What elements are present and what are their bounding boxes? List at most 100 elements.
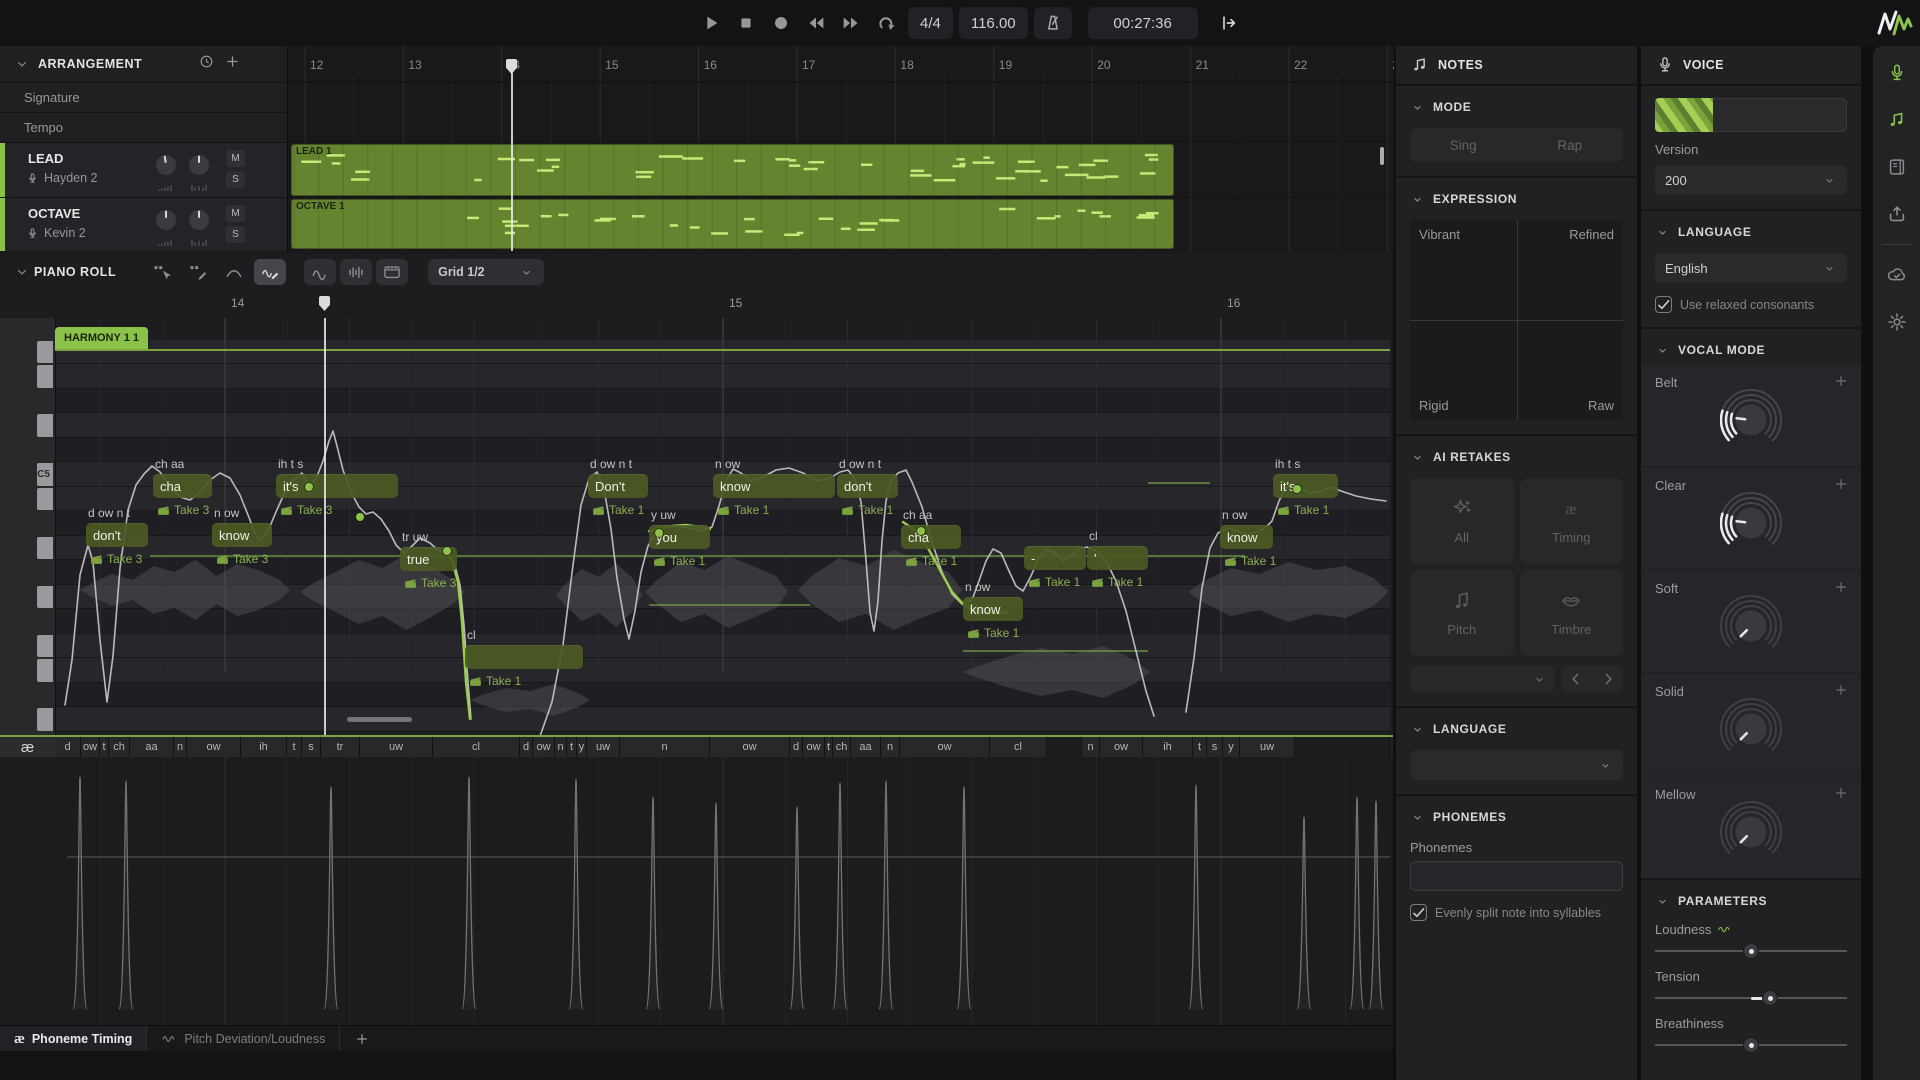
sidebar-library-icon[interactable] (1886, 156, 1908, 178)
phoneme-timing-handle[interactable] (957, 787, 971, 1009)
pitch-anchor-dot[interactable] (443, 547, 451, 555)
singer-name[interactable]: Kevin 2 (44, 226, 86, 240)
pitch-pen-tool[interactable] (254, 259, 286, 285)
phoneme-segment-n[interactable]: n (555, 737, 567, 757)
time-display[interactable]: 00:27:36 (1088, 7, 1198, 39)
phoneme-segment-n[interactable]: n (620, 737, 710, 757)
phoneme-segment-ow[interactable]: ow (81, 737, 100, 757)
take-chip[interactable]: Take 1 (717, 503, 769, 517)
pitch-anchor-dot[interactable] (655, 529, 663, 537)
take-chip[interactable]: Take 3 (404, 576, 456, 590)
take-chip[interactable]: Take 3 (157, 503, 209, 517)
take-chip[interactable]: Take 1 (967, 626, 1019, 640)
phoneme-timing-handle[interactable] (1369, 801, 1383, 1009)
grid-size-select[interactable]: Grid 1/2 (428, 259, 544, 285)
singer-card[interactable] (1655, 98, 1847, 132)
phoneme-segment-uw[interactable]: uw (1240, 737, 1295, 757)
draw-note-tool[interactable] (182, 259, 214, 285)
phoneme-timing-handle[interactable] (709, 803, 723, 1009)
vocal-mode-knob[interactable] (1720, 801, 1782, 868)
phoneme-segment-ih[interactable]: ih (1143, 737, 1193, 757)
time-signature-display[interactable]: 4/4 (908, 7, 953, 39)
note--[interactable]: - (1024, 546, 1086, 570)
add-automation-button[interactable] (1833, 579, 1849, 595)
phoneme-segment-d[interactable]: d (790, 737, 803, 757)
note-know[interactable]: know (963, 597, 1023, 621)
phoneme-timing-handle[interactable] (833, 783, 847, 1009)
breathiness-slider[interactable] (1655, 1035, 1847, 1055)
metronome-button[interactable] (1034, 7, 1072, 39)
previous-retake-button[interactable] (1566, 669, 1586, 689)
collapse-phonemes-icon[interactable] (1410, 810, 1425, 825)
signature-row[interactable]: Signature (0, 82, 287, 112)
retake-pitch-button[interactable]: Pitch (1410, 570, 1514, 656)
automation-wave-icon[interactable] (1717, 922, 1732, 937)
piano-key[interactable] (37, 537, 53, 560)
add-automation-button[interactable] (1833, 373, 1849, 389)
take-chip[interactable]: Take 1 (1277, 503, 1329, 517)
note-cha[interactable]: cha (153, 474, 212, 498)
piano-key[interactable] (37, 708, 53, 731)
track-lead[interactable]: LEAD Hayden 2 M S (0, 142, 287, 197)
stop-button[interactable] (733, 10, 759, 36)
vocal-mode-knob[interactable] (1720, 698, 1782, 765)
phoneme-segment-t[interactable]: t (100, 737, 109, 757)
pitch-layer-toggle[interactable] (304, 259, 336, 285)
note-know[interactable]: know (713, 474, 835, 498)
phoneme-segment-ch[interactable]: ch (833, 737, 851, 757)
note-know[interactable]: know (1220, 525, 1273, 549)
split-syllables-checkbox[interactable]: Evenly split note into syllables (1410, 904, 1623, 921)
phoneme-timing-handle[interactable] (119, 781, 133, 1009)
collapse-expression-icon[interactable] (1410, 192, 1425, 207)
take-chip[interactable]: Take 1 (1028, 575, 1080, 589)
take-chip[interactable]: Take 3 (216, 552, 268, 566)
pitch-anchor-dot[interactable] (1293, 485, 1301, 493)
phoneme-timing-handle[interactable] (569, 779, 583, 1009)
goto-playhead-button[interactable] (1214, 8, 1244, 38)
note-Don't[interactable]: Don't (588, 474, 648, 498)
pan-knob[interactable] (188, 154, 210, 176)
loudness-slider[interactable] (1655, 941, 1847, 961)
take-chip[interactable]: Take 1 (469, 674, 521, 688)
play-button[interactable] (698, 10, 724, 36)
pan-knob[interactable] (188, 209, 210, 231)
clip-lead-1[interactable]: LEAD 1 (291, 144, 1174, 196)
phoneme-segment-t[interactable]: t (825, 737, 833, 757)
phoneme-segment-n[interactable]: n (1082, 737, 1100, 757)
note-rest[interactable] (465, 645, 583, 669)
loop-button[interactable] (873, 10, 899, 36)
phoneme-segment-uw[interactable]: uw (587, 737, 620, 757)
sidebar-voice-icon[interactable] (1886, 62, 1908, 84)
slider-thumb[interactable] (1762, 990, 1778, 1006)
phoneme-segment-s[interactable]: s (302, 737, 321, 757)
pitch-anchor-dot[interactable] (917, 527, 925, 535)
retake-select[interactable] (1410, 666, 1555, 692)
phoneme-segment-aa[interactable]: aa (130, 737, 174, 757)
sidebar-cloud-sync-icon[interactable] (1886, 264, 1908, 286)
piano-key[interactable] (37, 488, 53, 511)
mute-button[interactable]: M (226, 150, 245, 167)
phoneme-segment-d[interactable]: d (55, 737, 81, 757)
phoneme-gap[interactable] (1295, 737, 1390, 757)
fast-forward-button[interactable] (838, 10, 864, 36)
piano-key[interactable] (37, 635, 53, 658)
piano-key[interactable] (37, 414, 53, 437)
vocal-mode-knob[interactable] (1720, 389, 1782, 456)
take-chip[interactable]: Take 1 (1091, 575, 1143, 589)
clip-octave-1[interactable]: OCTAVE 1 (291, 199, 1174, 249)
voice-language-select[interactable]: English (1655, 253, 1847, 283)
piano-key[interactable] (37, 365, 53, 388)
phoneme-timing-handle[interactable] (1350, 797, 1364, 1009)
phoneme-segment-ow[interactable]: ow (900, 737, 990, 757)
select-tool[interactable] (146, 259, 178, 285)
phoneme-segment-d[interactable]: d (520, 737, 533, 757)
tab-pitch-deviation-loudness[interactable]: Pitch Deviation/Loudness (147, 1026, 340, 1052)
collapse-piano-roll-icon[interactable] (14, 264, 30, 280)
volume-knob[interactable] (155, 209, 177, 231)
phoneme-segment-n[interactable]: n (881, 737, 900, 757)
volume-knob[interactable] (155, 154, 177, 176)
note-know[interactable]: know (212, 523, 272, 547)
collapse-parameters-icon[interactable] (1655, 894, 1670, 909)
note-'[interactable]: ' (1087, 546, 1148, 570)
tempo-row[interactable]: Tempo (0, 112, 287, 142)
